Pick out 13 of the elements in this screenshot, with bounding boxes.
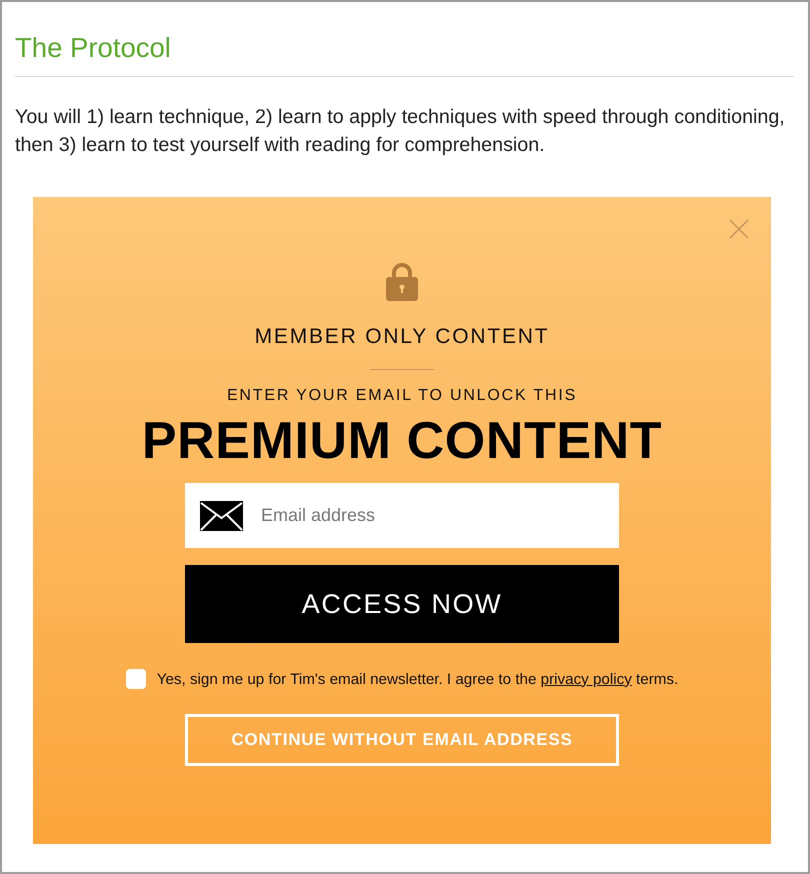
- close-icon[interactable]: [729, 219, 749, 239]
- access-now-button[interactable]: ACCESS NOW: [185, 565, 619, 643]
- email-input-field[interactable]: Email address: [185, 483, 619, 548]
- privacy-policy-link[interactable]: privacy policy: [540, 670, 632, 688]
- newsletter-checkbox[interactable]: [126, 669, 146, 689]
- body-paragraph: You will 1) learn technique, 2) learn to apply techniques with speed through conditioning, then 3) learn to test yourself with reading for comprehension.: [15, 105, 786, 158]
- popup-headline: PREMIUM CONTENT: [142, 415, 662, 467]
- newsletter-consent-text: Yes, sign me up for Tim's email newsletter. I agree to the privacy policy terms.: [156, 670, 678, 688]
- popup-subtitle: ENTER YOUR EMAIL TO UNLOCK THIS: [226, 386, 578, 405]
- section-heading: The Protocol: [15, 32, 172, 64]
- envelope-icon: [200, 501, 243, 531]
- popup-title: MEMBER ONLY CONTENT: [254, 324, 550, 349]
- padlock-icon: [386, 262, 418, 301]
